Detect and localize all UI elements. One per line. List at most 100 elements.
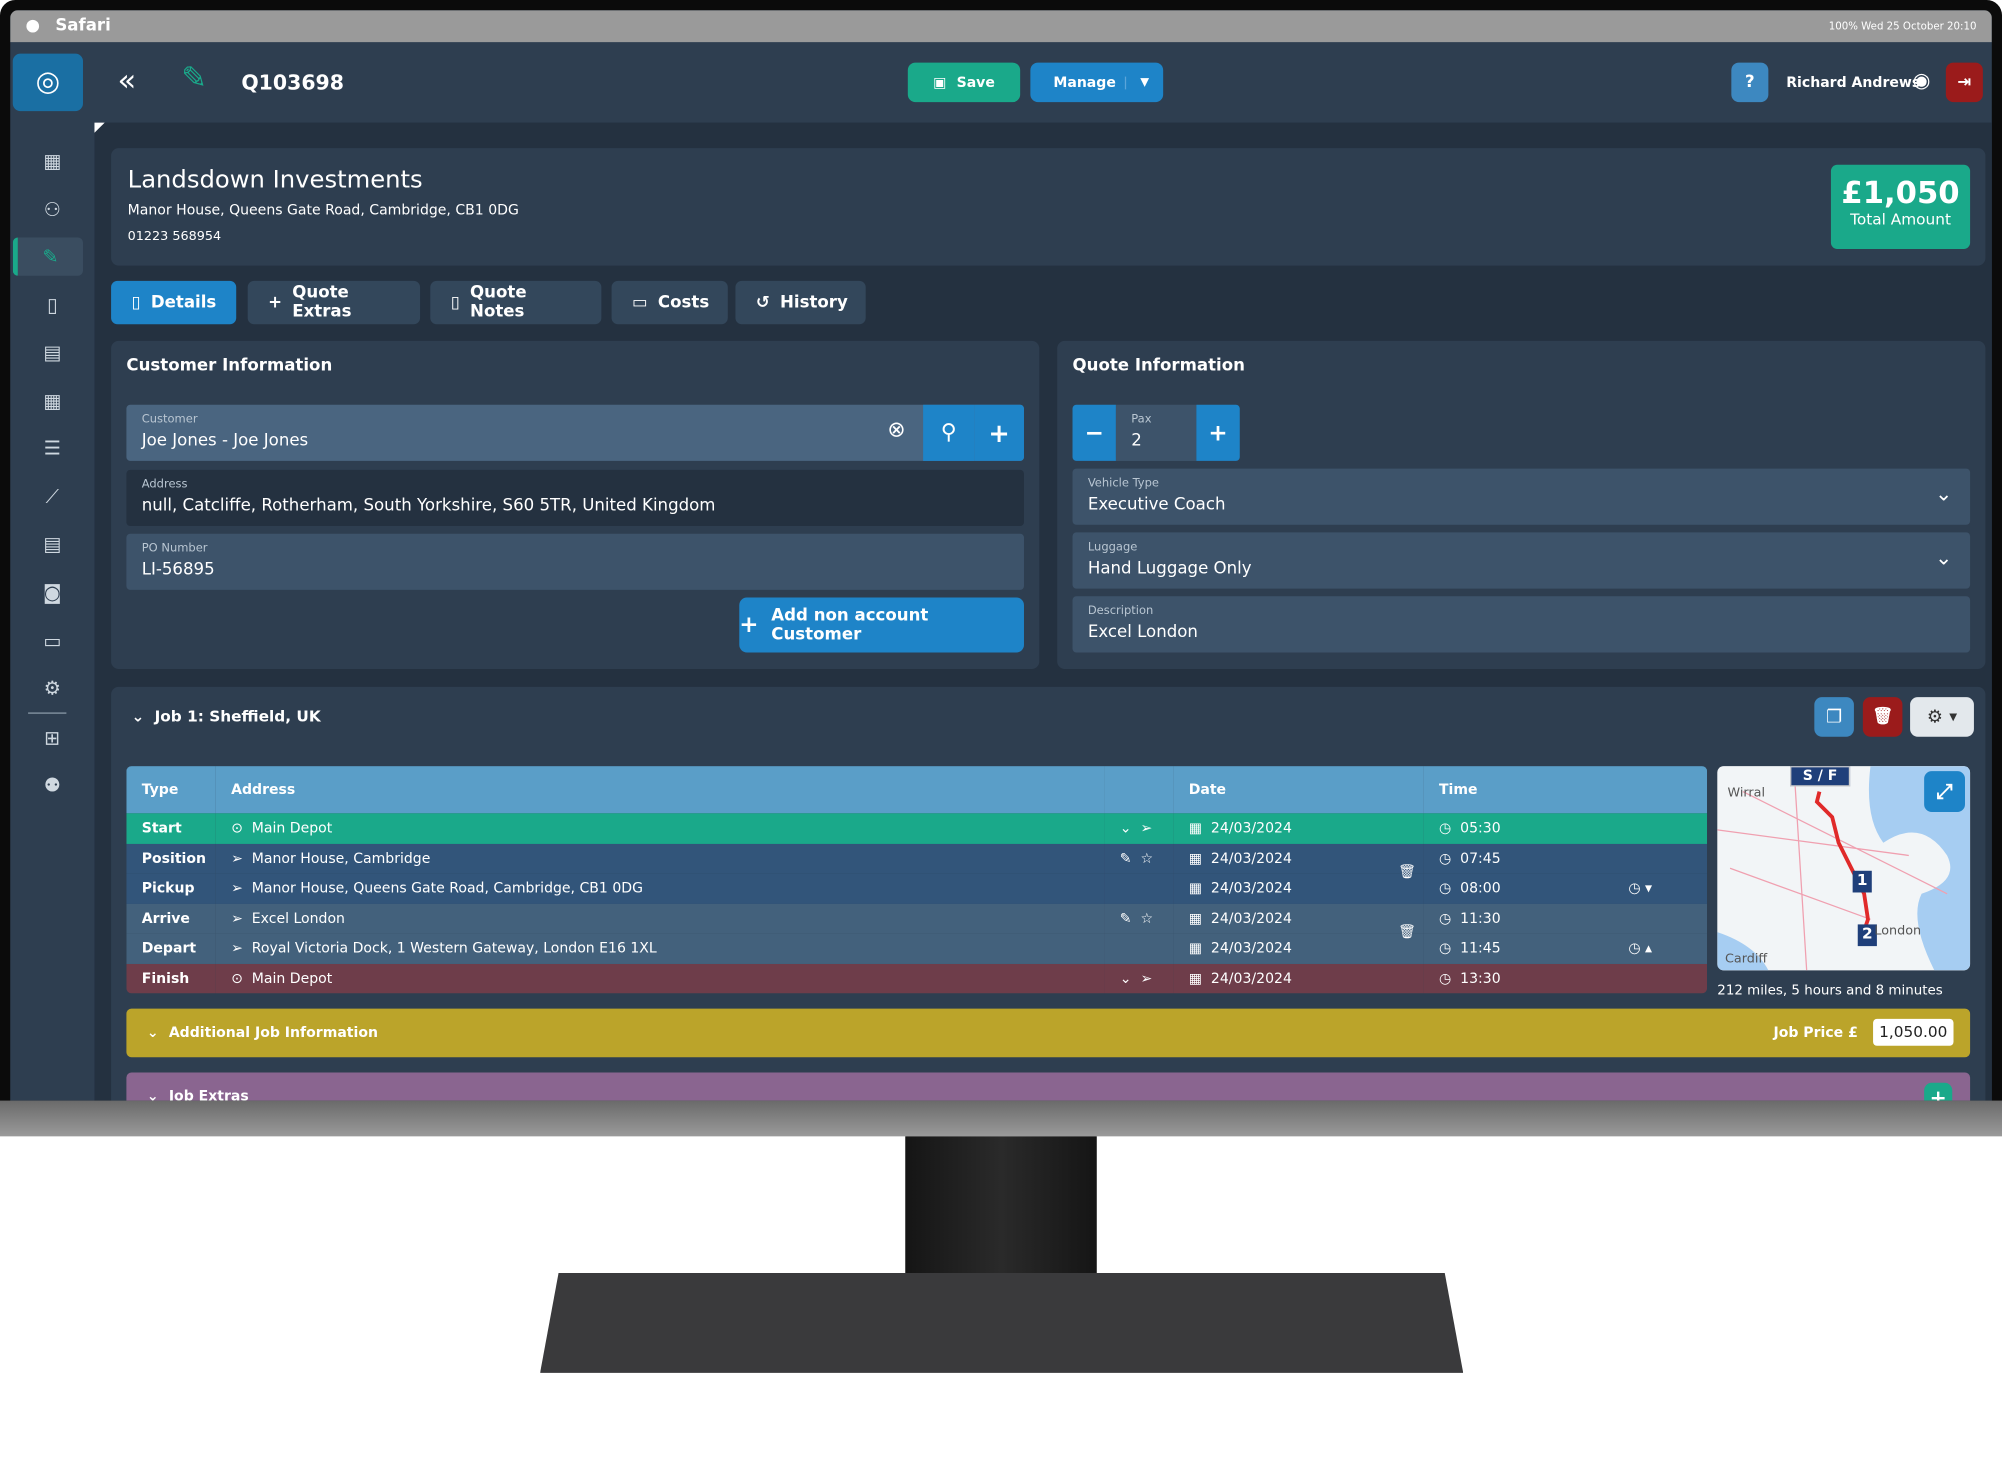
total-amount-badge: £1,050 Total Amount xyxy=(1830,164,1971,249)
expand-map-icon[interactable]: ⤢ xyxy=(1924,771,1965,813)
app-header: ◎ « ✎ Q103698 ▣ Save Manage ▼ ? Richard An… xyxy=(10,42,1992,122)
tab-details[interactable]: ▯ Details xyxy=(111,280,237,325)
users-icon[interactable]: ⚇ xyxy=(10,190,94,228)
field-label: Customer xyxy=(141,413,198,427)
clock-dropdown-icon[interactable]: ◷ ▾ xyxy=(1628,880,1652,897)
stop-time[interactable]: 11:30 xyxy=(1460,910,1500,927)
chevron-down-icon[interactable]: ⌄ xyxy=(1935,481,1952,505)
section-title: Additional Job Information xyxy=(168,1023,378,1041)
reports-icon[interactable]: ⟋ xyxy=(10,478,94,516)
save-button[interactable]: ▣ Save xyxy=(907,62,1021,103)
stop-date[interactable]: 24/03/2024 xyxy=(1211,820,1292,837)
manage-button[interactable]: Manage ▼ xyxy=(1030,62,1164,103)
company-phone: 01223 568954 xyxy=(127,229,222,244)
chevron-down-icon: ⌄ xyxy=(131,707,145,726)
copy-icon[interactable]: ❐ xyxy=(1814,697,1854,737)
edit-icon[interactable]: ✎ xyxy=(1120,910,1132,927)
add-user-icon[interactable]: ⚉ xyxy=(10,766,94,804)
chevron-down-icon[interactable]: ⌄ xyxy=(1120,820,1132,837)
dashboard-icon[interactable]: ▦ xyxy=(10,142,94,180)
add-document-icon[interactable]: ⊞ xyxy=(10,719,94,757)
stop-time[interactable]: 08:00 xyxy=(1460,880,1500,897)
navigate-icon[interactable]: ➢ xyxy=(1140,970,1152,987)
table-row[interactable]: Pickup ➢ Manor House, Queens Gate Road, C… xyxy=(126,873,1708,904)
settings-dropdown[interactable]: ⚙ ▼ xyxy=(1910,697,1974,737)
logo-icon[interactable]: ◎ xyxy=(12,53,83,112)
stop-time[interactable]: 07:45 xyxy=(1460,850,1500,867)
user-circle-icon[interactable]: ◉ xyxy=(1913,68,1931,92)
bookings-icon[interactable]: ▯ xyxy=(10,286,94,324)
table-row[interactable]: Position ➢ Manor House, Cambridge ✎ ☆ ▦ 24/… xyxy=(126,843,1708,879)
trash-icon[interactable]: 🗑 xyxy=(1398,863,1416,880)
pax-increment-button[interactable]: + xyxy=(1196,404,1240,461)
search-button[interactable]: ⚲ xyxy=(923,404,975,461)
star-icon[interactable]: ☆ xyxy=(1140,850,1153,867)
stop-time[interactable]: 13:30 xyxy=(1460,970,1500,987)
customer-field[interactable]: Customer Joe Jones - Joe Jones ⊗ ⚲ + xyxy=(126,404,1024,461)
star-icon[interactable]: ☆ xyxy=(1140,910,1153,927)
collapse-icon[interactable]: « xyxy=(117,63,136,99)
stop-date[interactable]: 24/03/2024 xyxy=(1211,940,1292,957)
documents-icon[interactable]: ▤ xyxy=(10,525,94,563)
stop-date[interactable]: 24/03/2024 xyxy=(1211,910,1292,927)
tab-quote-notes[interactable]: ▯ Quote Notes xyxy=(430,280,602,325)
po-number-field[interactable]: PO Number LI-56895 xyxy=(126,533,1024,590)
navigate-icon[interactable]: ➢ xyxy=(1140,820,1152,837)
table-row[interactable]: Depart ➢ Royal Victoria Dock, 1 Western G… xyxy=(126,933,1708,964)
route-line xyxy=(1814,791,1870,940)
additional-job-information-bar[interactable]: ⌄ Additional Job Information Job Price £ … xyxy=(126,1008,1971,1058)
stop-time[interactable]: 05:30 xyxy=(1460,820,1500,837)
job-panel: ⌄ Job 1: Sheffield, UK ❐ 🗑 ⚙ ▼ Type Addres… xyxy=(111,686,1986,1101)
tab-costs[interactable]: ▭ Costs xyxy=(611,280,728,325)
stop-date[interactable]: 24/03/2024 xyxy=(1211,880,1292,897)
chevron-down-icon[interactable]: ⌄ xyxy=(1935,545,1952,569)
job-title[interactable]: ⌄ Job 1: Sheffield, UK xyxy=(132,707,321,725)
tasks-icon[interactable]: ☰ xyxy=(10,429,94,467)
trash-icon[interactable]: 🗑 xyxy=(1398,923,1416,940)
quotes-icon[interactable]: ✎ xyxy=(12,237,83,276)
pax-field[interactable]: Pax 2 xyxy=(1115,404,1197,461)
field-value: null, Catcliffe, Rotherham, South Yorksh… xyxy=(141,496,716,516)
table-row[interactable]: Start ⊙ Main Depot ⌄ ➢ ▦ 24/03/2024 ◷ 05:30 xyxy=(126,813,1708,844)
calendar-icon: ▦ xyxy=(1188,850,1202,867)
clear-icon[interactable]: ⊗ xyxy=(887,418,905,444)
luggage-select[interactable]: Luggage Hand Luggage Only ⌄ xyxy=(1072,532,1971,589)
archive-icon[interactable]: ▭ xyxy=(10,622,94,660)
stop-type: Pickup xyxy=(141,880,195,897)
clock-dropdown-icon[interactable]: ◷ ▴ xyxy=(1628,940,1652,957)
payments-icon[interactable]: ◙ xyxy=(10,573,94,611)
help-icon[interactable]: ? xyxy=(1731,62,1769,103)
edit-icon[interactable]: ✎ xyxy=(1120,850,1132,867)
job-extras-bar[interactable]: ⌄ Job Extras + xyxy=(126,1072,1971,1101)
stop-date[interactable]: 24/03/2024 xyxy=(1211,850,1292,867)
logout-icon[interactable]: ⇥ xyxy=(1945,62,1983,103)
settings-icon[interactable]: ⚙ xyxy=(10,669,94,707)
pax-decrement-button[interactable]: − xyxy=(1072,404,1116,461)
stop-date[interactable]: 24/03/2024 xyxy=(1211,970,1292,987)
trash-icon[interactable]: 🗑 xyxy=(1862,697,1903,737)
marker-1[interactable]: 1 xyxy=(1852,870,1872,893)
stop-time[interactable]: 11:45 xyxy=(1460,940,1500,957)
tab-label: Quote Extras xyxy=(292,283,352,322)
add-non-account-customer-button[interactable]: + Add non account Customer xyxy=(739,597,1024,653)
chevron-down-icon[interactable]: ⌄ xyxy=(1120,970,1132,987)
add-customer-button[interactable]: + xyxy=(974,404,1024,461)
table-row[interactable]: Finish ⊙ Main Depot ⌄ ➢ ▦ 24/03/2024 ◷ 13:30 xyxy=(126,963,1708,994)
job-price-input[interactable]: 1,050.00 xyxy=(1873,1018,1954,1046)
panel-title: Quote Information xyxy=(1072,356,1245,376)
os-menu-bar: ● Safari 100% Wed 25 October 20:10 xyxy=(10,10,1992,43)
add-extra-button[interactable]: + xyxy=(1924,1082,1953,1101)
address-field[interactable]: Address null, Catcliffe, Rotherham, Sout… xyxy=(126,469,1024,527)
invoices-icon[interactable]: ▤ xyxy=(10,333,94,371)
quote-information-panel: Quote Information − Pax 2 + Vehicle Type… xyxy=(1057,340,1986,670)
calendar-icon[interactable]: ▦ xyxy=(10,382,94,420)
marker-start-finish[interactable]: S / F xyxy=(1790,766,1851,787)
table-row[interactable]: Arrive ➢ Excel London ✎ ☆ ▦ 24/03/2024 🗑 ◷ 11… xyxy=(126,903,1708,939)
screen: ● Safari 100% Wed 25 October 20:10 ◎ « ✎… xyxy=(10,10,1992,1101)
route-map[interactable]: S / F 1 2 Wirral London Cardiff ⤢ xyxy=(1717,766,1971,971)
tab-history[interactable]: ↺ History xyxy=(735,280,866,325)
description-field[interactable]: Description Excel London xyxy=(1072,596,1971,653)
chevron-down-icon[interactable]: ▼ xyxy=(1124,75,1163,89)
tab-quote-extras[interactable]: + Quote Extras xyxy=(247,280,421,325)
vehicle-type-select[interactable]: Vehicle Type Executive Coach ⌄ xyxy=(1072,468,1971,525)
